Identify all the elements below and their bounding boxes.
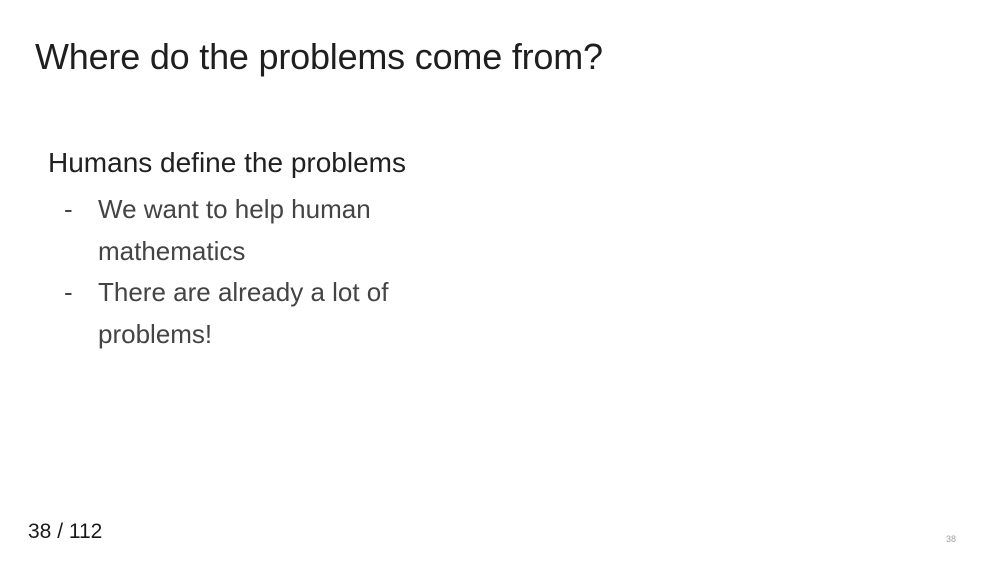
total-pages: 112 — [68, 520, 103, 543]
slide: Where do the problems come from? Humans … — [0, 0, 1000, 563]
slide-title: Where do the problems come from? — [35, 36, 603, 77]
bullet-marker: - — [64, 277, 73, 307]
bullet-item: - We want to help human mathematics — [48, 189, 468, 272]
slide-number: 38 — [945, 534, 956, 544]
bullet-item: - There are already a lot of problems! — [48, 272, 468, 355]
slide-content: Humans define the problems - We want to … — [48, 143, 468, 355]
page-counter: 38 / 112 — [28, 520, 102, 544]
page-separator: / — [51, 520, 69, 543]
content-heading: Humans define the problems — [48, 147, 406, 178]
bullet-marker: - — [64, 194, 73, 224]
bullet-text: There are already a lot of problems! — [98, 277, 389, 349]
current-page: 38 — [28, 520, 52, 543]
bullet-text: We want to help human mathematics — [98, 194, 371, 266]
bullet-list: - We want to help human mathematics - Th… — [48, 189, 468, 355]
